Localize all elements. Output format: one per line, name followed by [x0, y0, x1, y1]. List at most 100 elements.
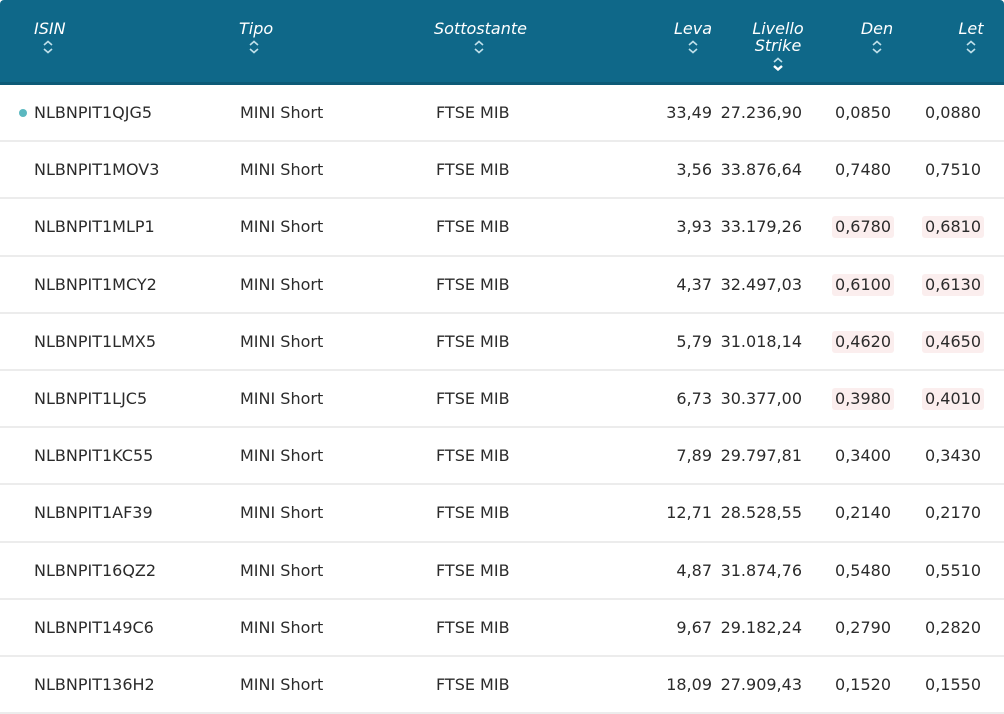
- cell-strike: 27.236,90: [720, 103, 802, 122]
- table-row[interactable]: NLBNPIT16QZ2 MINI Short FTSE MIB 4,87 31.874…: [0, 543, 1004, 600]
- sort-icon[interactable]: [965, 40, 977, 54]
- table-row[interactable]: NLBNPIT1MOV3 MINI Short FTSE MIB 3,56 33.876…: [0, 142, 1004, 200]
- sort-icon[interactable]: [473, 40, 485, 54]
- den-value: 0,0850: [835, 103, 891, 122]
- header-leva[interactable]: Leva: [668, 20, 718, 54]
- cell-strike: 27.909,43: [720, 675, 802, 694]
- table-row[interactable]: NLBNPIT1AF39 MINI Short FTSE MIB 12,71 28.52…: [0, 485, 1004, 543]
- let-value: 0,6130: [922, 273, 984, 296]
- cell-den: 0,4620: [832, 314, 894, 369]
- sort-icon-active[interactable]: [772, 57, 784, 71]
- cell-strike: 30.377,00: [720, 389, 802, 408]
- let-value: 0,4010: [922, 388, 984, 410]
- let-value: 0,0880: [925, 103, 981, 122]
- cell-isin[interactable]: NLBNPIT1MLP1: [34, 199, 155, 254]
- header-let-label: Let: [958, 19, 984, 38]
- cell-den: 0,3980: [832, 371, 894, 426]
- cell-leva: 6,73: [676, 389, 712, 408]
- cell-isin[interactable]: NLBNPIT1KC55: [34, 428, 153, 483]
- table-row[interactable]: NLBNPIT1MCY2 MINI Short FTSE MIB 4,37 32.497…: [0, 257, 1004, 314]
- cell-isin[interactable]: NLBNPIT1AF39: [34, 485, 153, 540]
- cell-let: 0,1550: [922, 657, 984, 712]
- cell-sottostante: FTSE MIB: [436, 389, 510, 408]
- cell-leva: 7,89: [676, 446, 712, 466]
- cell-leva: 4,37: [676, 274, 712, 294]
- cell-strike: 33.179,26: [720, 217, 802, 237]
- table-row[interactable]: NLBNPIT1QJG5 MINI Short FTSE MIB 33,49 27.23…: [0, 85, 1004, 143]
- header-tipo[interactable]: Tipo: [239, 20, 273, 54]
- cell-isin[interactable]: NLBNPIT1MCY2: [34, 257, 157, 312]
- sort-icon[interactable]: [42, 40, 54, 54]
- cell-sottostante: FTSE MIB: [436, 103, 510, 122]
- header-den[interactable]: Den: [852, 20, 902, 54]
- cell-let: 0,4650: [922, 314, 984, 369]
- cell-let: 0,2820: [922, 600, 984, 655]
- cell-isin[interactable]: NLBNPIT1QJG5: [34, 85, 152, 140]
- cell-leva: 12,71: [666, 503, 712, 523]
- cell-tipo: MINI Short: [240, 389, 324, 408]
- cell-tipo: MINI Short: [240, 103, 324, 122]
- table-row[interactable]: NLBNPIT1LJC5 MINI Short FTSE MIB 6,73 30.377…: [0, 371, 1004, 429]
- den-value: 0,2790: [835, 617, 891, 637]
- table-row[interactable]: NLBNPIT1MLP1 MINI Short FTSE MIB 3,93 33.179…: [0, 199, 1004, 257]
- den-value: 0,2140: [835, 503, 891, 523]
- cell-den: 0,7480: [832, 142, 894, 197]
- header-livello-strike[interactable]: Livello Strike: [745, 20, 811, 71]
- header-strike-line1: Livello: [752, 19, 804, 38]
- cell-leva: 5,79: [676, 331, 712, 351]
- cell-den: 0,5480: [832, 543, 894, 598]
- cell-leva: 3,93: [676, 217, 712, 237]
- cell-den: 0,6780: [832, 199, 894, 254]
- header-den-label: Den: [860, 19, 894, 38]
- den-value: 0,3980: [832, 388, 894, 410]
- cell-let: 0,4010: [922, 371, 984, 426]
- cell-isin[interactable]: NLBNPIT1LMX5: [34, 314, 156, 369]
- cell-den: 0,2790: [832, 600, 894, 655]
- let-value: 0,1550: [925, 675, 981, 694]
- cell-let: 0,7510: [922, 142, 984, 197]
- den-value: 0,4620: [832, 330, 894, 353]
- cell-tipo: MINI Short: [240, 217, 324, 237]
- cell-strike: 33.876,64: [720, 160, 802, 180]
- table-row[interactable]: NLBNPIT1LMX5 MINI Short FTSE MIB 5,79 31.018…: [0, 314, 1004, 371]
- cell-tipo: MINI Short: [240, 560, 324, 580]
- cell-leva: 9,67: [676, 617, 712, 637]
- sort-icon[interactable]: [871, 40, 883, 54]
- cell-let: 0,3430: [922, 428, 984, 483]
- table-row[interactable]: NLBNPIT1KC55 MINI Short FTSE MIB 7,89 29.797…: [0, 428, 1004, 486]
- sort-icon[interactable]: [687, 40, 699, 54]
- cell-tipo: MINI Short: [240, 503, 324, 523]
- cell-leva: 18,09: [666, 675, 712, 694]
- let-value: 0,5510: [925, 560, 981, 580]
- den-value: 0,3400: [835, 446, 891, 466]
- cell-strike: 31.874,76: [720, 560, 802, 580]
- den-value: 0,6100: [832, 273, 894, 296]
- cell-den: 0,3400: [832, 428, 894, 483]
- cell-isin[interactable]: NLBNPIT149C6: [34, 600, 154, 655]
- cell-tipo: MINI Short: [240, 675, 324, 694]
- cell-sottostante: FTSE MIB: [436, 446, 510, 466]
- header-isin[interactable]: ISIN: [34, 20, 66, 54]
- header-sottostante[interactable]: Sottostante: [434, 20, 527, 54]
- sort-icon[interactable]: [248, 40, 260, 54]
- table-row[interactable]: NLBNPIT149C6 MINI Short FTSE MIB 9,67 29.182…: [0, 600, 1004, 657]
- cell-leva: 33,49: [666, 103, 712, 122]
- status-dot: [19, 109, 27, 117]
- cell-isin[interactable]: NLBNPIT16QZ2: [34, 543, 156, 598]
- cell-isin[interactable]: NLBNPIT136H2: [34, 657, 155, 712]
- let-value: 0,7510: [925, 160, 981, 180]
- cell-den: 0,0850: [832, 85, 894, 140]
- den-value: 0,7480: [835, 160, 891, 180]
- let-value: 0,2170: [925, 503, 981, 523]
- cell-strike: 29.797,81: [720, 446, 802, 466]
- cell-sottostante: FTSE MIB: [436, 217, 510, 237]
- header-isin-label: ISIN: [34, 19, 66, 38]
- cell-isin[interactable]: NLBNPIT1LJC5: [34, 371, 147, 426]
- cell-strike: 31.018,14: [720, 331, 802, 351]
- header-let[interactable]: Let: [948, 20, 994, 54]
- table-header: ISIN Tipo Sottostante Leva Livello Strik…: [0, 0, 1004, 85]
- cell-isin[interactable]: NLBNPIT1MOV3: [34, 142, 159, 197]
- cell-tipo: MINI Short: [240, 331, 324, 351]
- header-sottostante-label: Sottostante: [434, 19, 527, 38]
- table-row[interactable]: NLBNPIT136H2 MINI Short FTSE MIB 18,09 27.90…: [0, 657, 1004, 714]
